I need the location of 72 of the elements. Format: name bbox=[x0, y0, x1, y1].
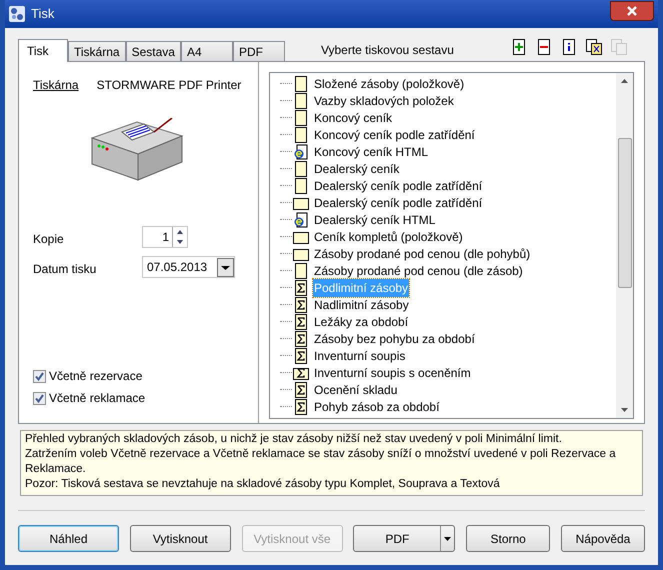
tab[interactable]: Sestava bbox=[126, 41, 181, 61]
tab[interactable]: A4 bbox=[180, 41, 233, 61]
tree-item[interactable]: Inventurní soupis bbox=[280, 347, 616, 364]
dialog-button[interactable]: Vytisknout bbox=[130, 525, 231, 552]
tree-item[interactable]: Dealerský ceník bbox=[280, 160, 616, 177]
printer-name: STORMWARE PDF Printer bbox=[96, 77, 242, 94]
sum-document-icon bbox=[293, 382, 309, 398]
document-icon bbox=[293, 262, 309, 278]
tab[interactable]: PDF bbox=[232, 41, 285, 61]
dialog-button[interactable]: Náhled bbox=[18, 525, 119, 552]
tree-item[interactable]: Ocenění skladu bbox=[280, 381, 616, 398]
sum-document-icon bbox=[293, 348, 309, 364]
sum-document-icon bbox=[293, 330, 309, 346]
sum-document-icon bbox=[293, 280, 309, 296]
tree-item[interactable]: Zásoby prodané pod cenou (dle zásob) bbox=[280, 262, 616, 279]
description-text: Pozor: Tisková sestava se nevztahuje na skladové zásoby typu Komplet, Souprava a Textová bbox=[25, 477, 501, 492]
document-icon bbox=[293, 178, 309, 194]
tree-item[interactable]: Složené zásoby (položkově) bbox=[280, 75, 616, 92]
date-value: 07.05.2013 bbox=[147, 259, 208, 276]
checkbox[interactable] bbox=[33, 392, 46, 404]
app-icon bbox=[9, 6, 25, 22]
date-picker[interactable]: 07.05.2013 bbox=[142, 256, 235, 278]
checkbox[interactable] bbox=[33, 370, 46, 382]
documents-icon[interactable] bbox=[586, 39, 602, 55]
document-icon bbox=[293, 126, 309, 142]
copies-value: 1 bbox=[161, 229, 170, 246]
pdf-split-button[interactable]: PDF bbox=[353, 525, 456, 552]
info-icon[interactable] bbox=[561, 39, 577, 55]
tree-item[interactable]: Dealerský ceník HTML bbox=[280, 211, 616, 228]
checkbox-option[interactable]: Včetně rezervace bbox=[33, 367, 244, 385]
report-heading: Vyberte tiskovou sestavu bbox=[320, 42, 454, 59]
document-icon bbox=[293, 76, 309, 92]
tree-item[interactable]: Zásoby prodané pod cenou (dle pohybů) bbox=[280, 245, 616, 262]
tree-item[interactable]: Pohyb zásob za období bbox=[280, 398, 616, 415]
close-button[interactable] bbox=[610, 1, 654, 21]
copies-label: Kopie bbox=[33, 231, 65, 248]
caret-icon[interactable] bbox=[444, 536, 452, 540]
scrollbar[interactable] bbox=[616, 73, 633, 418]
tree-item[interactable]: Dealerský ceník podle zatřídění bbox=[280, 194, 616, 211]
tree-item[interactable]: Koncový ceník HTML bbox=[280, 143, 616, 160]
printer-link[interactable]: Tiskárna bbox=[33, 76, 79, 94]
tree-item[interactable]: Inventurní soupis s oceněním bbox=[280, 364, 616, 381]
document-icon bbox=[293, 92, 309, 108]
sum-document-icon bbox=[293, 398, 309, 414]
tree-item[interactable]: Nadlimitní zásoby bbox=[280, 296, 616, 313]
tree-item[interactable]: Vazby skladových položek bbox=[280, 92, 616, 109]
tab[interactable]: Tiskárna bbox=[68, 41, 126, 61]
sum-document-icon bbox=[293, 296, 309, 312]
sum-document-icon bbox=[293, 314, 309, 330]
tree-item[interactable]: Dealerský ceník podle zatřídění bbox=[280, 177, 616, 194]
window-title: Tisk bbox=[31, 5, 54, 24]
add-icon[interactable] bbox=[511, 39, 527, 55]
dialog-button[interactable]: Nápověda bbox=[560, 525, 645, 552]
document-icon bbox=[293, 160, 309, 176]
remove-icon[interactable] bbox=[536, 39, 552, 55]
document-icon bbox=[293, 110, 309, 126]
tree-item[interactable]: Zásoby bez pohybu za období bbox=[280, 330, 616, 347]
tab[interactable]: Tisk bbox=[18, 39, 68, 62]
scroll-thumb[interactable] bbox=[618, 138, 632, 288]
description-text: Přehled vybraných skladových zásob, u nichž je stav zásoby nižší než stav uvedený v poli Minimální limit. bbox=[25, 432, 563, 447]
tree-item[interactable]: Koncový ceník bbox=[280, 109, 616, 126]
copies-spinner[interactable]: 1 bbox=[142, 226, 188, 248]
description-text: Zatržením voleb Včetně rezervace a Včetně reklamace se stav zásoby sníží o množství uvedené v poli Rezervace a Reklamace. bbox=[25, 447, 617, 477]
tree-item[interactable]: Ceník kompletů (položkově) bbox=[280, 228, 616, 245]
checkbox-option[interactable]: Včetně reklamace bbox=[33, 389, 244, 407]
web-page-icon bbox=[293, 212, 309, 228]
dialog-button[interactable]: Storno bbox=[466, 525, 550, 552]
tree-item[interactable]: Koncový ceník podle zatřídění bbox=[280, 126, 616, 143]
web-page-icon bbox=[293, 144, 309, 160]
close-icon bbox=[627, 6, 637, 16]
tree-item[interactable]: Ležáky za období bbox=[280, 313, 616, 330]
print-date-label: Datum tisku bbox=[33, 261, 98, 278]
